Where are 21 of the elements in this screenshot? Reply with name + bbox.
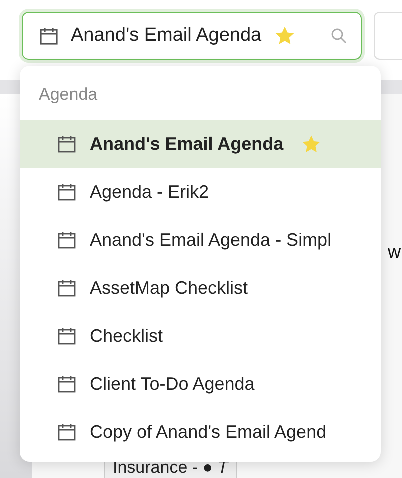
menu-item[interactable]: Anand's Email Agenda	[20, 120, 381, 168]
menu-item[interactable]: Anand's Email Agenda - Simpl	[20, 216, 381, 264]
calendar-icon	[57, 422, 77, 442]
calendar-icon	[57, 326, 77, 346]
calendar-icon	[39, 26, 59, 46]
search-value: Anand's Email Agenda	[71, 25, 262, 47]
calendar-icon	[57, 134, 77, 154]
section-header: Agenda	[38, 84, 99, 106]
menu-item[interactable]: Copy of Anand's Email Agend	[20, 408, 381, 456]
menu-item[interactable]: Agenda - Erik2	[20, 168, 381, 216]
search-field[interactable]: Anand's Email Agenda	[22, 12, 362, 60]
calendar-icon	[57, 182, 77, 202]
calendar-icon	[57, 278, 77, 298]
calendar-icon	[57, 230, 77, 250]
menu-item[interactable]: Client To-Do Agenda	[20, 360, 381, 408]
menu-item[interactable]: AssetMap Checklist	[20, 264, 381, 312]
background-text: w	[388, 242, 401, 263]
search-icon	[330, 28, 347, 44]
calendar-icon	[57, 374, 77, 394]
toolbar-button[interactable]	[374, 12, 402, 60]
menu-item[interactable]: Checklist	[20, 312, 381, 360]
